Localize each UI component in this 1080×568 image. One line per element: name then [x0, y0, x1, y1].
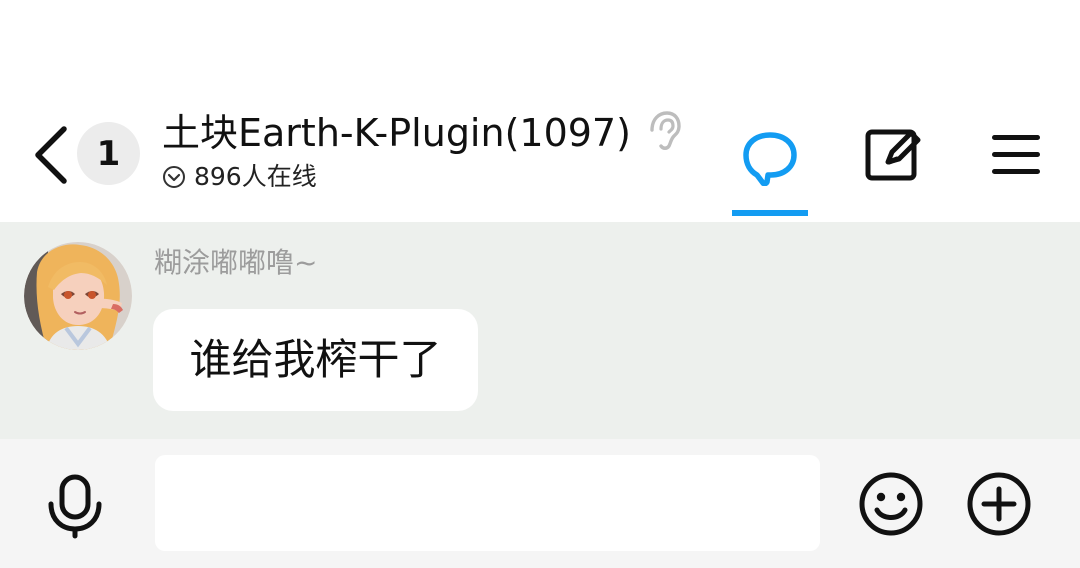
online-count-text: 896人在线 — [194, 162, 317, 191]
tab-chat[interactable] — [732, 118, 808, 218]
emoji-button[interactable] — [858, 471, 924, 537]
message-list: 糊涂嘟嘟噜~ 谁给我榨干了 — [0, 222, 1080, 439]
unread-count-badge[interactable]: 1 — [77, 122, 140, 185]
active-tab-indicator — [732, 210, 808, 216]
more-actions-button[interactable] — [966, 471, 1032, 537]
message-bubble[interactable]: 谁给我榨干了 — [153, 309, 478, 411]
qq-group-chat-screen: 1 土块Earth-K-Plugin(1097) 896人在线 糊涂嘟嘟噜~ 谁… — [0, 0, 1080, 568]
message-input[interactable] — [155, 455, 820, 551]
edit-square-icon — [865, 129, 921, 181]
chat-header: 1 土块Earth-K-Plugin(1097) 896人在线 — [0, 0, 1080, 222]
speech-bubble-icon — [743, 132, 797, 186]
sender-name[interactable]: 糊涂嘟嘟噜~ — [154, 246, 317, 280]
tab-menu[interactable] — [988, 128, 1044, 182]
online-member-status[interactable]: 896人在线 — [162, 162, 317, 192]
tab-edit[interactable] — [862, 124, 924, 184]
voice-input-button[interactable] — [44, 473, 106, 539]
menu-icon — [992, 135, 1040, 174]
avatar[interactable] — [24, 242, 132, 350]
chevron-left-icon — [35, 126, 67, 184]
smiley-icon — [859, 472, 923, 536]
microphone-icon — [48, 474, 102, 539]
ear-icon[interactable] — [642, 108, 682, 152]
group-title[interactable]: 土块Earth-K-Plugin(1097) — [162, 108, 631, 158]
chevron-down-circle-icon — [163, 166, 185, 188]
avatar-anime-girl-icon — [24, 242, 132, 350]
unread-count: 1 — [96, 133, 121, 174]
back-button[interactable] — [28, 124, 76, 186]
message-composer — [0, 439, 1080, 568]
plus-circle-icon — [967, 472, 1031, 536]
